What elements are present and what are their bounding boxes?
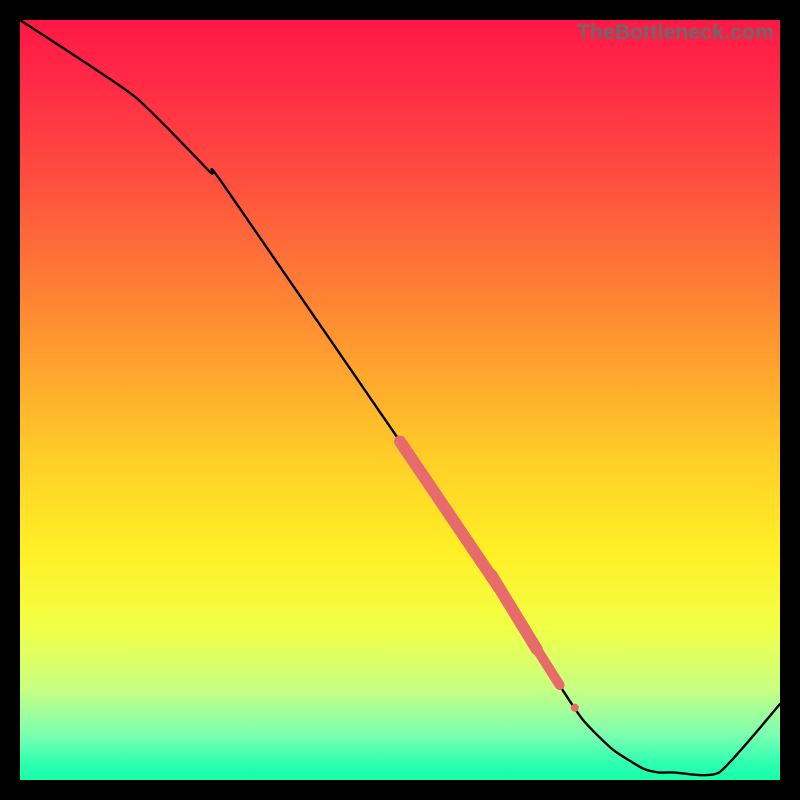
highlight-dot: [571, 704, 579, 712]
chart-svg: [20, 20, 780, 780]
highlight-pill: [522, 625, 560, 685]
highlight-pill: [400, 441, 499, 587]
highlight-markers-group: [400, 441, 579, 711]
chart-frame: TheBottleneck.com: [20, 20, 780, 780]
bottleneck-curve-line: [20, 20, 780, 775]
highlight-dot: [501, 595, 511, 605]
